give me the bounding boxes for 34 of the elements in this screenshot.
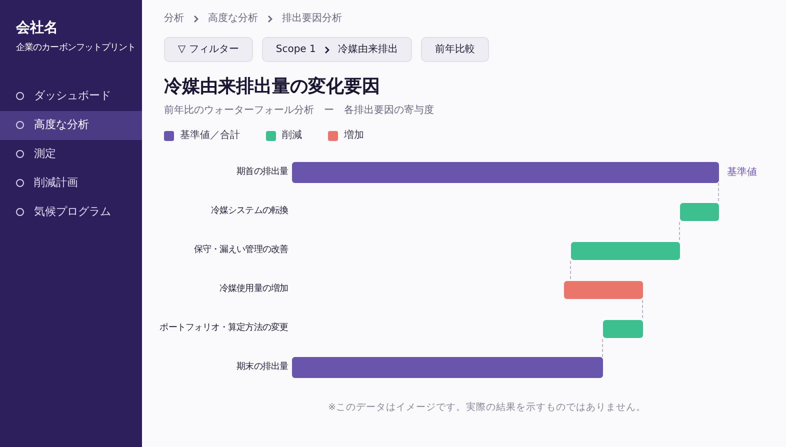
bar-label: 冷媒使用量の増加 bbox=[220, 282, 288, 296]
scope-button[interactable]: Scope 1 冷媒由来排出 bbox=[262, 37, 412, 62]
sidebar-item[interactable]: 気候プログラム bbox=[0, 198, 142, 226]
bar-label: 期首の排出量 bbox=[236, 166, 288, 179]
connector-line bbox=[642, 300, 643, 318]
connector-line bbox=[570, 261, 571, 279]
sidebar-item[interactable]: 測定 bbox=[0, 140, 142, 168]
company-subtitle: 企業のカーボンフットプリント bbox=[15, 42, 137, 55]
filter-button[interactable]: ▽ フィルター bbox=[164, 37, 253, 62]
sidebar-item[interactable]: ダッシュボード bbox=[0, 82, 142, 110]
bar-label: ポートフォリオ・算定方法の変更 bbox=[160, 322, 288, 335]
connector-line bbox=[679, 222, 680, 240]
chevron-icon bbox=[322, 46, 331, 54]
bar-label: 冷媒システムの転換 bbox=[211, 204, 288, 218]
breadcrumb-link[interactable]: 分析 bbox=[164, 11, 184, 26]
footnote: ※このデータはイメージです。実際の結果を示すものではありません。 bbox=[328, 401, 646, 415]
sidebar-item[interactable]: 高度な分析 bbox=[0, 110, 142, 140]
breadcrumb-link[interactable]: 排出要因分析 bbox=[282, 11, 342, 26]
connector-line bbox=[718, 183, 719, 201]
page-title: 冷媒由来排出量の変化要因 bbox=[164, 75, 380, 99]
breadcrumb-link[interactable]: 高度な分析 bbox=[208, 11, 258, 26]
sidebar-item[interactable]: 削減計画 bbox=[0, 168, 142, 198]
bar-label: 保守・漏えい管理の改善 bbox=[194, 244, 288, 257]
company-name: 会社名 bbox=[15, 19, 59, 38]
compare-button[interactable]: 前年比較 bbox=[420, 37, 489, 62]
legend-label: 基準値／合計 bbox=[180, 128, 240, 143]
page-subtitle: 前年比のウォーターフォール分析 ー 各排出要因の寄与度 bbox=[164, 104, 434, 118]
chevron-icon bbox=[192, 14, 200, 22]
legend-label: 削減 bbox=[282, 128, 302, 143]
chevron-icon bbox=[266, 14, 274, 22]
legend-label: 増加 bbox=[344, 128, 364, 143]
bar-note: 基準値 bbox=[727, 166, 757, 180]
connector-line bbox=[602, 339, 603, 357]
bar-label: 期末の排出量 bbox=[236, 360, 288, 374]
